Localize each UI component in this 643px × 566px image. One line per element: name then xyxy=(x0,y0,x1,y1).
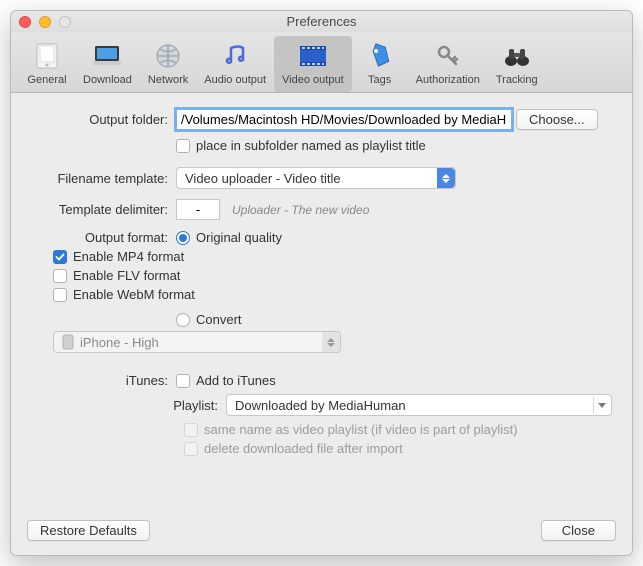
tab-label: Authorization xyxy=(416,74,480,86)
content-pane: Output folder: Choose... place in subfol… xyxy=(11,93,632,510)
same-name-checkbox: same name as video playlist (if video is… xyxy=(184,422,612,437)
radio-dot xyxy=(176,231,190,245)
tab-authorization[interactable]: Authorization xyxy=(408,36,488,92)
add-to-itunes-checkbox[interactable]: Add to iTunes xyxy=(176,373,276,388)
delete-after-import-checkbox: delete downloaded file after import xyxy=(184,441,612,456)
subfolder-checkbox[interactable]: place in subfolder named as playlist tit… xyxy=(176,138,426,153)
tab-video-output[interactable]: Video output xyxy=(274,36,352,92)
chevron-up-down-icon xyxy=(322,332,340,352)
binoculars-icon xyxy=(501,40,533,72)
output-folder-input[interactable] xyxy=(176,109,512,130)
enable-webm-checkbox[interactable]: Enable WebM format xyxy=(53,287,612,302)
tab-label: Tags xyxy=(368,74,391,86)
tab-network[interactable]: Network xyxy=(140,36,196,92)
chevron-up-down-icon xyxy=(437,168,455,188)
enable-mp4-label: Enable MP4 format xyxy=(73,249,184,264)
minimize-window-button[interactable] xyxy=(39,16,51,28)
subfolder-checkbox-label: place in subfolder named as playlist tit… xyxy=(196,138,426,153)
footer: Restore Defaults Close xyxy=(11,510,632,555)
tab-label: Download xyxy=(83,74,132,86)
close-button[interactable]: Close xyxy=(541,520,616,541)
filename-template-value: Video uploader - Video title xyxy=(185,171,341,186)
checkbox-box xyxy=(176,139,190,153)
tab-label: Audio output xyxy=(204,74,266,86)
radio-original-label: Original quality xyxy=(196,230,282,245)
restore-defaults-button[interactable]: Restore Defaults xyxy=(27,520,150,541)
radio-original-quality[interactable]: Original quality xyxy=(176,230,282,245)
playlist-value: Downloaded by MediaHuman xyxy=(235,398,406,413)
itunes-label: iTunes: xyxy=(31,373,176,388)
filename-template-select[interactable]: Video uploader - Video title xyxy=(176,167,456,189)
same-name-label: same name as video playlist (if video is… xyxy=(204,422,518,437)
tab-label: General xyxy=(27,74,66,86)
delimiter-hint: Uploader - The new video xyxy=(232,203,369,217)
checkbox-box xyxy=(184,442,198,456)
radio-convert[interactable]: Convert xyxy=(176,312,242,327)
tag-icon xyxy=(364,40,396,72)
close-window-button[interactable] xyxy=(19,16,31,28)
choose-folder-button[interactable]: Choose... xyxy=(516,109,598,130)
preferences-window: Preferences General Download Network xyxy=(10,10,633,556)
traffic-lights xyxy=(19,16,71,28)
enable-webm-label: Enable WebM format xyxy=(73,287,195,302)
toolbar: General Download Network Audio output xyxy=(11,32,632,93)
titlebar: Preferences xyxy=(11,11,632,32)
tab-label: Tracking xyxy=(496,74,538,86)
radio-dot xyxy=(176,313,190,327)
tab-tags[interactable]: Tags xyxy=(352,36,408,92)
convert-preset-select[interactable]: iPhone - High xyxy=(53,331,341,353)
tab-general[interactable]: General xyxy=(19,36,75,92)
checkbox-box xyxy=(53,288,67,302)
enable-flv-label: Enable FLV format xyxy=(73,268,180,283)
checkbox-box xyxy=(176,374,190,388)
tab-label: Network xyxy=(148,74,188,86)
download-icon xyxy=(91,40,123,72)
checkbox-box xyxy=(184,423,198,437)
device-icon xyxy=(62,334,74,350)
template-delimiter-label: Template delimiter: xyxy=(31,202,176,217)
output-format-label: Output format: xyxy=(31,230,176,245)
key-icon xyxy=(432,40,464,72)
convert-preset-value: iPhone - High xyxy=(80,335,159,350)
zoom-window-button[interactable] xyxy=(59,16,71,28)
add-to-itunes-label: Add to iTunes xyxy=(196,373,276,388)
window-title: Preferences xyxy=(11,14,632,29)
general-icon xyxy=(31,40,63,72)
playlist-combobox[interactable]: Downloaded by MediaHuman xyxy=(226,394,612,416)
delete-after-import-label: delete downloaded file after import xyxy=(204,441,403,456)
tab-download[interactable]: Download xyxy=(75,36,140,92)
template-delimiter-input[interactable] xyxy=(176,199,220,220)
checkbox-box xyxy=(53,250,67,264)
tab-label: Video output xyxy=(282,74,344,86)
network-icon xyxy=(152,40,184,72)
tab-tracking[interactable]: Tracking xyxy=(488,36,546,92)
audio-icon xyxy=(219,40,251,72)
checkbox-box xyxy=(53,269,67,283)
output-folder-label: Output folder: xyxy=(31,112,176,127)
enable-flv-checkbox[interactable]: Enable FLV format xyxy=(53,268,612,283)
radio-convert-label: Convert xyxy=(196,312,242,327)
tab-audio-output[interactable]: Audio output xyxy=(196,36,274,92)
filename-template-label: Filename template: xyxy=(31,171,176,186)
video-icon xyxy=(297,40,329,72)
playlist-label: Playlist: xyxy=(31,398,226,413)
chevron-down-icon xyxy=(593,397,609,413)
enable-mp4-checkbox[interactable]: Enable MP4 format xyxy=(53,249,612,264)
